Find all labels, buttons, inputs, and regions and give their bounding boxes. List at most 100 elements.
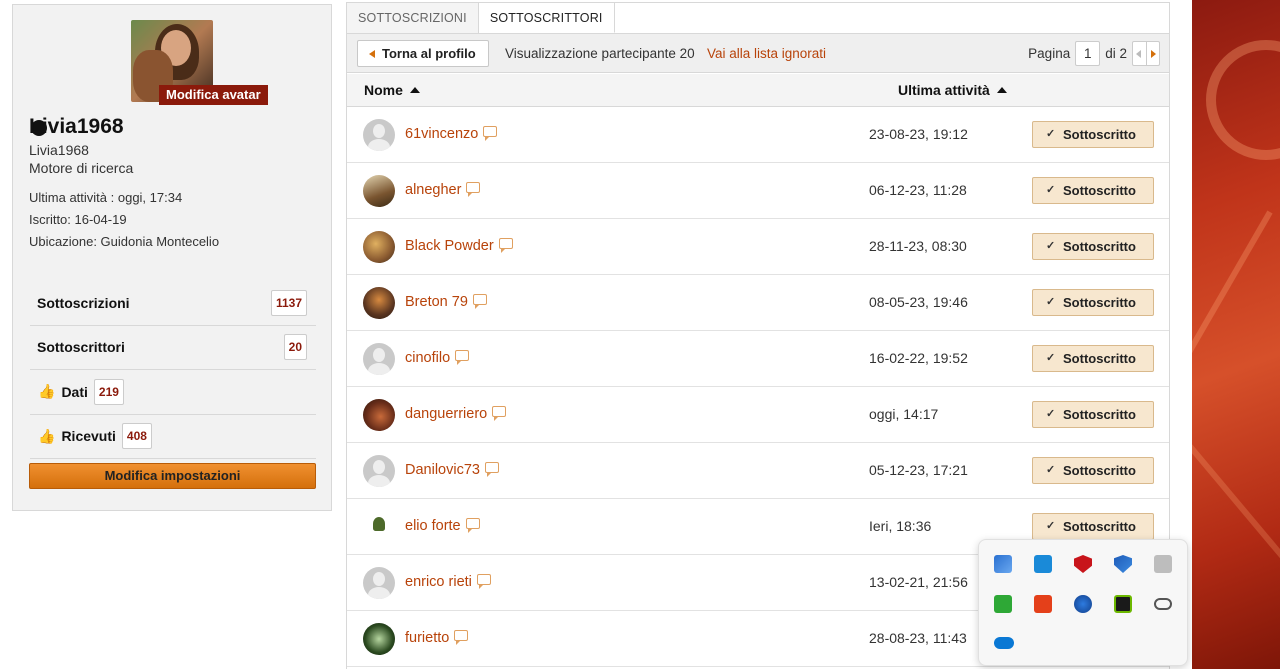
subscribed-button[interactable]: Sottoscritto	[1032, 289, 1154, 316]
column-label: Nome	[364, 82, 403, 98]
profile-username: Livia1968	[29, 115, 124, 138]
snowflake-decoration	[1206, 40, 1280, 160]
usb-icon[interactable]	[1154, 555, 1172, 573]
stat-subscribers[interactable]: Sottoscrittori 20	[30, 326, 316, 370]
count-badge: 408	[121, 423, 152, 450]
column-activity-header[interactable]: Ultima attività	[898, 82, 1007, 98]
profile-rank: Motore di ricerca	[29, 160, 134, 176]
subscribed-button[interactable]: Sottoscritto	[1032, 177, 1154, 204]
last-activity-date: 08-05-23, 19:46	[869, 294, 968, 310]
message-icon[interactable]	[476, 574, 491, 589]
user-link[interactable]: cinofilo	[405, 350, 470, 366]
table-row: Danilovic73 05-12-23, 17:21 Sottoscritto	[347, 443, 1169, 499]
cloud-icon[interactable]	[1154, 598, 1172, 610]
count-badge: 20	[283, 334, 307, 361]
message-icon[interactable]	[498, 238, 513, 253]
avatar[interactable]	[363, 511, 395, 543]
stat-likes-received[interactable]: 👍 Ricevuti 408	[30, 415, 316, 459]
onedrive-icon[interactable]	[994, 637, 1014, 649]
last-activity-date: 28-08-23, 11:43	[869, 630, 967, 646]
back-button-label: Torna al profilo	[382, 46, 476, 61]
page-input[interactable]: 1	[1075, 41, 1101, 66]
ignored-list-link[interactable]: Vai alla lista ignorati	[707, 46, 826, 61]
back-to-profile-button[interactable]: Torna al profilo	[357, 40, 489, 67]
avatar[interactable]	[363, 175, 395, 207]
tab-subscribers[interactable]: SOTTOSCRITTORI	[478, 3, 615, 33]
sort-ascending-icon	[996, 87, 1007, 93]
user-link[interactable]: furietto	[405, 630, 469, 646]
last-activity-date: Ieri, 18:36	[869, 518, 932, 534]
stat-label: Sottoscrizioni	[37, 294, 130, 311]
avatar[interactable]	[363, 623, 395, 655]
user-link[interactable]: danguerriero	[405, 406, 507, 422]
arrow-left-icon	[369, 50, 375, 58]
last-activity-date: 05-12-23, 17:21	[869, 462, 968, 478]
column-name-header[interactable]: Nome	[364, 82, 420, 98]
user-link[interactable]: Black Powder	[405, 238, 513, 254]
table-row: cinofilo 16-02-22, 19:52 Sottoscritto	[347, 331, 1169, 387]
user-link[interactable]: elio forte	[405, 518, 480, 534]
sort-ascending-icon	[409, 87, 420, 93]
subscribed-button[interactable]: Sottoscritto	[1032, 233, 1154, 260]
stat-label: Dati	[61, 383, 88, 400]
table-row: Black Powder 28-11-23, 08:30 Sottoscritt…	[347, 219, 1169, 275]
user-link[interactable]: Breton 79	[405, 294, 487, 310]
user-link[interactable]: alnegher	[405, 182, 481, 198]
profile-login-name: Livia1968	[29, 142, 89, 158]
stat-subscriptions[interactable]: Sottoscrizioni 1137	[30, 281, 316, 326]
thumbs-up-icon: 👍	[38, 427, 56, 444]
ccleaner-icon[interactable]	[1034, 595, 1052, 613]
message-icon[interactable]	[465, 518, 480, 533]
user-link[interactable]: Danilovic73	[405, 462, 499, 478]
table-row: 61vincenzo 23-08-23, 19:12 Sottoscritto	[347, 107, 1169, 163]
subscribed-button[interactable]: Sottoscritto	[1032, 345, 1154, 372]
avatar[interactable]	[363, 399, 395, 431]
sync-icon[interactable]	[994, 595, 1012, 613]
last-activity-date: 16-02-22, 19:52	[869, 350, 968, 366]
subscribed-button[interactable]: Sottoscritto	[1032, 513, 1154, 540]
nvidia-icon[interactable]	[1114, 595, 1132, 613]
message-icon[interactable]	[455, 350, 470, 365]
tab-subscriptions[interactable]: SOTTOSCRIZIONI	[347, 3, 479, 33]
tab-bar: SOTTOSCRIZIONI SOTTOSCRITTORI	[347, 3, 615, 33]
message-icon[interactable]	[472, 294, 487, 309]
profile-subtitle: Livia1968 Motore di ricerca	[29, 141, 133, 177]
count-badge: 219	[93, 378, 124, 405]
page-nav	[1132, 41, 1160, 66]
page-label: Pagina	[1028, 46, 1071, 61]
avatar[interactable]	[363, 231, 395, 263]
prev-page-icon[interactable]	[1133, 42, 1146, 65]
column-label: Ultima attività	[898, 82, 990, 98]
avatar[interactable]	[363, 287, 395, 319]
message-icon[interactable]	[492, 406, 507, 421]
mcafee-icon[interactable]	[1074, 555, 1092, 573]
subscribed-button[interactable]: Sottoscritto	[1032, 401, 1154, 428]
pagination: Pagina 1 di 2	[1028, 40, 1160, 67]
stat-likes-given[interactable]: 👍 Dati 219	[30, 370, 316, 415]
message-icon[interactable]	[454, 630, 469, 645]
joined-date: Iscritto: 16-04-19	[29, 212, 127, 227]
avatar[interactable]	[363, 455, 395, 487]
monitor-icon[interactable]	[1034, 555, 1052, 573]
network-icon[interactable]	[1074, 595, 1092, 613]
security-icon[interactable]	[994, 555, 1012, 573]
message-icon[interactable]	[483, 126, 498, 141]
next-page-icon[interactable]	[1146, 42, 1159, 65]
avatar[interactable]	[363, 343, 395, 375]
subscribed-button[interactable]: Sottoscritto	[1032, 121, 1154, 148]
avatar[interactable]	[363, 567, 395, 599]
subscribed-button[interactable]: Sottoscritto	[1032, 457, 1154, 484]
message-icon[interactable]	[484, 462, 499, 477]
stat-label: Ricevuti	[61, 428, 116, 445]
user-link[interactable]: enrico rieti	[405, 574, 491, 590]
defender-icon[interactable]	[1114, 555, 1132, 573]
edit-avatar-button[interactable]: Modifica avatar	[159, 85, 268, 105]
system-tray-flyout	[978, 539, 1188, 666]
message-icon[interactable]	[466, 182, 481, 197]
snowflake-decoration	[1192, 210, 1273, 370]
table-row: alnegher 06-12-23, 11:28 Sottoscritto	[347, 163, 1169, 219]
edit-settings-button[interactable]: Modifica impostazioni	[29, 463, 316, 489]
user-link[interactable]: 61vincenzo	[405, 126, 498, 142]
toolbar: Torna al profilo Visualizzazione parteci…	[347, 33, 1169, 73]
avatar[interactable]	[363, 119, 395, 151]
